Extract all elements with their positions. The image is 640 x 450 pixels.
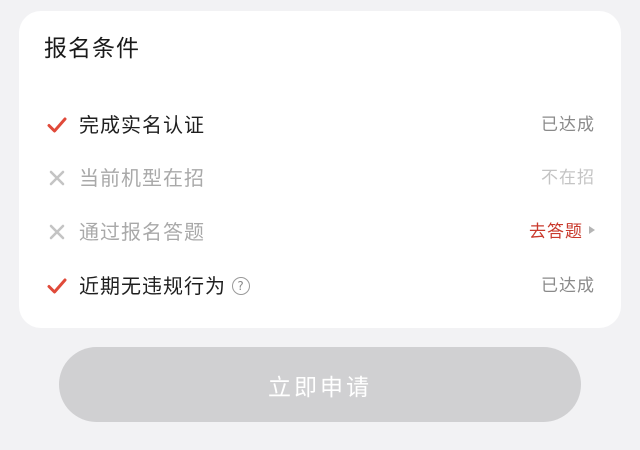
condition-label: 通过报名答题 xyxy=(79,220,205,244)
cross-icon xyxy=(47,168,67,188)
condition-label: 近期无违规行为 xyxy=(79,274,226,298)
cross-icon xyxy=(47,222,67,242)
go-quiz-label: 去答题 xyxy=(529,222,583,242)
condition-status: 已达成 xyxy=(541,115,595,135)
condition-row-real-name: 完成实名认证 已达成 xyxy=(19,105,621,145)
triangle-right-icon xyxy=(589,226,595,234)
condition-label: 完成实名认证 xyxy=(79,113,205,137)
condition-row-device-model: 当前机型在招 不在招 xyxy=(19,158,621,198)
condition-status: 不在招 xyxy=(541,168,595,188)
condition-status: 已达成 xyxy=(541,276,595,296)
condition-label-wrap: 近期无违规行为? xyxy=(79,270,250,302)
condition-row-quiz: 通过报名答题 去答题 xyxy=(19,212,621,252)
card-title: 报名条件 xyxy=(44,36,140,62)
go-quiz-link[interactable]: 去答题 xyxy=(529,219,595,245)
requirements-card: 报名条件 完成实名认证 已达成 当前机型在招 不在招 通过报名答题 去答题 近期… xyxy=(19,11,621,328)
check-icon xyxy=(47,276,67,296)
question-circle-icon[interactable]: ? xyxy=(232,276,250,295)
condition-row-no-violations: 近期无违规行为? 已达成 xyxy=(19,266,621,306)
check-icon xyxy=(47,115,67,135)
apply-now-button[interactable]: 立即申请 xyxy=(59,347,581,422)
condition-label: 当前机型在招 xyxy=(79,166,205,190)
